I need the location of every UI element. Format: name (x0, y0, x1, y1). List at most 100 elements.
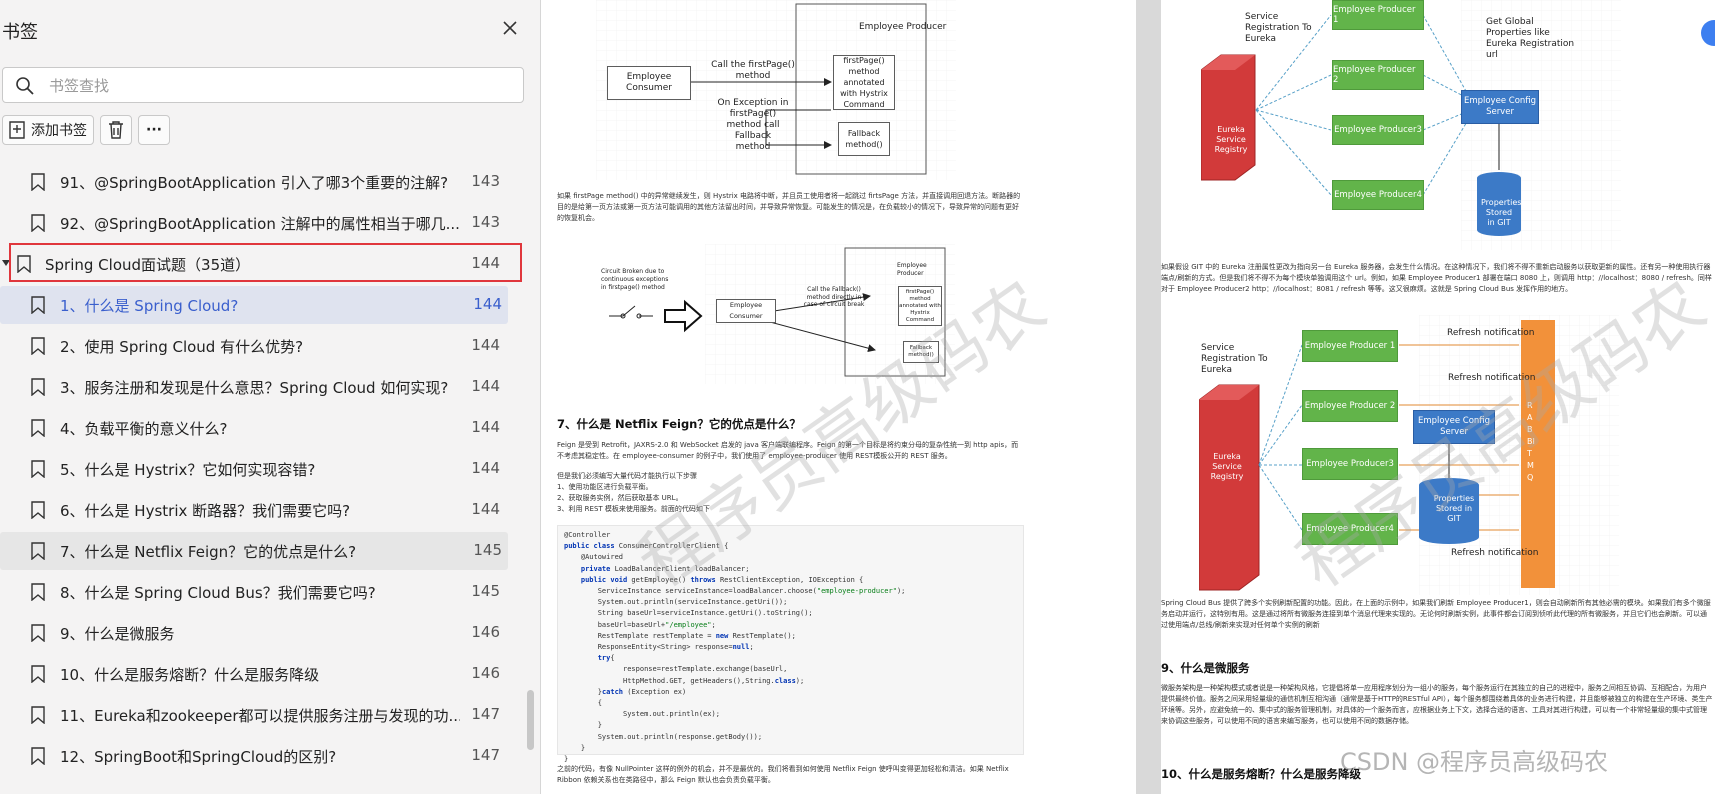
bookmark-item[interactable]: 91、@SpringBootApplication 引入了哪3个重要的注解? 1… (0, 163, 506, 201)
close-icon[interactable] (500, 18, 520, 38)
registration-label-2: Service Registration To Eureka (1201, 343, 1268, 375)
bookmark-icon (31, 173, 45, 191)
bookmark-page: 143 (471, 172, 500, 190)
paragraph: 微服务架构是一种架构模式或者说是一种架构风格，它提倡将单一应用程序划分为一组小的… (1161, 684, 1713, 725)
section-heading-10: 10、什么是服务熔断？什么是服务降级 (1161, 767, 1362, 781)
paragraph: 如果 firstPage method() 中的异常继续发生，则 Hystrix… (557, 192, 1021, 222)
more-icon: ··· (146, 122, 162, 138)
bookmark-icon (31, 501, 45, 519)
bookmark-label: 8、什么是 Spring Cloud Bus？我们需要它吗? (60, 584, 376, 602)
producer-box: Employee Producer 1 (1302, 330, 1398, 362)
bookmark-icon (31, 542, 45, 560)
bookmark-item-hovered[interactable]: 7、什么是 Netflix Feign？它的优点是什么? 145 (0, 532, 508, 570)
bookmark-item[interactable]: 9、什么是微服务 146 (0, 614, 506, 652)
paragraph: 之前的代码，有像 NullPointer 这样的例外的机会，并不是最优的。我们将… (557, 765, 1009, 784)
bookmark-item[interactable]: 5、什么是 Hystrix？它如何实现容错? 144 (0, 450, 506, 488)
paragraph: Spring Cloud Bus 提供了跨多个实例刷新配置的功能。因此，在上面的… (1161, 599, 1711, 629)
bookmark-page: 147 (471, 705, 500, 723)
bookmark-page: 146 (471, 623, 500, 641)
bookmark-icon (31, 296, 45, 314)
eureka-label: Eureka Service Registry (1214, 125, 1248, 154)
bookmark-page: 144 (471, 336, 500, 354)
consumer-box-2: Employee Consumer (716, 299, 776, 323)
fallback-box: Fallback method() (838, 122, 890, 156)
trash-icon (109, 121, 123, 139)
bookmark-label: 92、@SpringBootApplication 注解中的属性相当于哪几... (60, 215, 460, 233)
bookmark-label: 1、什么是 Spring Cloud? (60, 297, 239, 315)
bookmark-page: 146 (471, 664, 500, 682)
producer-title: Employee Producer (859, 22, 947, 32)
producer-box: Employee Producer 2 (1332, 60, 1424, 90)
call-fallback-label: Call the Fallback() method directly in c… (803, 286, 865, 308)
bookmark-item[interactable]: 10、什么是服务熔断？什么是服务降级 146 (0, 655, 506, 693)
bookmark-icon (31, 706, 45, 724)
bookmark-item[interactable]: 4、负载平衡的意义什么? 144 (0, 409, 506, 447)
producer-box: Employee Producer3 (1332, 115, 1424, 145)
bookmark-label: 9、什么是微服务 (60, 625, 175, 643)
bookmark-page: 144 (471, 459, 500, 477)
add-bookmark-button[interactable]: 添加书签 (2, 115, 94, 145)
bookmark-item[interactable]: 6、什么是 Hystrix 断路器？我们需要它吗? 144 (0, 491, 506, 529)
bookmark-label: 6、什么是 Hystrix 断路器？我们需要它吗? (60, 502, 351, 520)
bookmark-item-selected[interactable]: 1、什么是 Spring Cloud? 144 (0, 286, 508, 324)
bookmark-icon (31, 337, 45, 355)
highlight-box (9, 243, 522, 282)
code-block: @Controller public class ConsumerControl… (557, 525, 1024, 763)
search-input[interactable] (47, 68, 511, 104)
bookmark-label: 5、什么是 Hystrix？它如何实现容错? (60, 461, 316, 479)
paragraph: 但是我们必须编写大量代码才能执行以下步骤 (557, 472, 697, 480)
bookmark-icon (31, 583, 45, 601)
bookmark-item[interactable]: 11、Eureka和zookeeper都可以提供服务注册与发现的功... 147 (0, 696, 506, 734)
bookmark-page: 144 (471, 500, 500, 518)
bookmark-icon (31, 419, 45, 437)
bookmark-label: 2、使用 Spring Cloud 有什么优势? (60, 338, 304, 356)
bookmark-icon (31, 378, 45, 396)
bookmark-toolbar: 添加书签 ··· (2, 115, 170, 145)
bookmark-page: 143 (471, 213, 500, 231)
bookmark-item[interactable]: 2、使用 Spring Cloud 有什么优势? 144 (0, 327, 506, 365)
document-page-right: Service Registration To Eureka Employee … (1161, 0, 1715, 794)
hystrix-command-box: firstPage() method annotated with Hystri… (833, 55, 895, 110)
bookmark-page: 145 (471, 582, 500, 600)
bookmark-label: 91、@SpringBootApplication 引入了哪3个重要的注解? (60, 174, 449, 192)
producer-title-2: Employee Producer (897, 262, 927, 277)
bookmark-label: 3、服务注册和发现是什么意思？Spring Cloud 如何实现? (60, 379, 449, 397)
refresh-label: Refresh notification (1451, 548, 1539, 558)
bookmark-item[interactable]: 92、@SpringBootApplication 注解中的属性相当于哪几...… (0, 204, 506, 242)
bookmark-icon (31, 747, 45, 765)
search-icon (16, 77, 34, 95)
producer-box: Employee Producer 1 (1332, 0, 1424, 30)
step-1: 1、使用功能区进行负载平衡。 (557, 483, 653, 491)
refresh-label: Refresh notification (1447, 328, 1535, 338)
bookmark-label: 7、什么是 Netflix Feign？它的优点是什么? (60, 543, 357, 561)
bookmark-panel: 书签 添加书签 ··· 91、@SpringBootApplication 引入… (0, 0, 541, 794)
bookmark-page: 144 (473, 295, 502, 313)
bookmark-label: 10、什么是服务熔断？什么是服务降级 (60, 666, 320, 684)
bookmark-item[interactable]: 3、服务注册和发现是什么意思？Spring Cloud 如何实现? 144 (0, 368, 506, 406)
bookmark-page: 144 (471, 418, 500, 436)
bookmark-icon (31, 624, 45, 642)
delete-button[interactable] (100, 115, 132, 145)
bookmark-icon (31, 214, 45, 232)
properties-label: Properties Stored in GIT (1481, 198, 1522, 227)
bookmark-icon (31, 665, 45, 683)
eureka-label-2: Eureka Service Registry (1210, 452, 1244, 481)
producer-box: Employee Producer 2 (1302, 390, 1398, 422)
bookmark-page: 144 (471, 377, 500, 395)
config-server-box: Employee Config Server (1461, 90, 1539, 124)
add-bookmark-icon (9, 121, 25, 139)
scrollbar-thumb[interactable] (527, 690, 534, 750)
add-bookmark-label: 添加书签 (31, 123, 87, 139)
bookmark-item[interactable]: 8、什么是 Spring Cloud Bus？我们需要它吗? 145 (0, 573, 506, 611)
panel-title: 书签 (2, 22, 38, 43)
exception-label: On Exception in firstPage() method call … (717, 98, 789, 152)
employee-consumer-box: Employee Consumer (607, 66, 691, 100)
producer-box: Employee Producer4 (1332, 180, 1424, 210)
registration-label: Service Registration To Eureka (1245, 12, 1312, 44)
bookmark-page: 147 (471, 746, 500, 764)
bookmark-search[interactable] (2, 67, 524, 104)
bookmark-item[interactable]: 12、SpringBoot和SpringCloud的区别? 147 (0, 737, 506, 775)
more-button[interactable]: ··· (138, 115, 170, 145)
call-label: Call the firstPage() method (711, 60, 795, 81)
section-heading-9: 9、什么是微服务 (1161, 661, 1250, 675)
